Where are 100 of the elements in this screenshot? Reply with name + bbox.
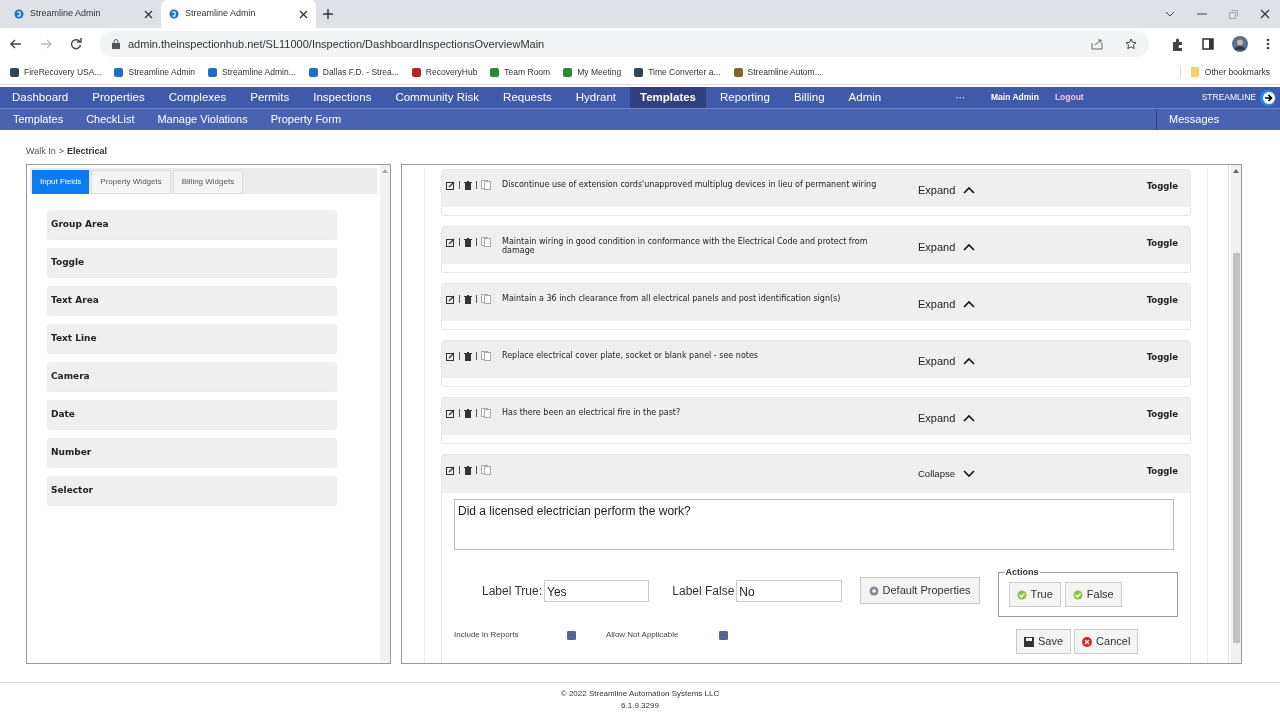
edit-icon[interactable] (446, 180, 455, 190)
nav-link[interactable]: Admin (838, 87, 892, 108)
bookmark[interactable]: Other bookmarks (1179, 65, 1270, 79)
widget-item[interactable]: Number (47, 438, 337, 467)
nav-link[interactable]: Permits (240, 87, 300, 108)
bookmark[interactable]: Streamline Admin (114, 65, 196, 79)
puzzle-icon[interactable] (1171, 37, 1184, 51)
close-icon[interactable] (299, 9, 308, 19)
breadcrumb-separator: > (58, 145, 64, 159)
side-panel-icon[interactable] (1202, 38, 1214, 50)
button[interactable]: Default Properties (859, 577, 980, 604)
bookmark[interactable]: FireRecovery USA... (10, 65, 102, 79)
checkbox[interactable] (719, 630, 728, 640)
more-link[interactable]: ··· (955, 87, 966, 108)
avatar-icon[interactable] (1232, 36, 1248, 52)
expand-toggle[interactable]: Expand (918, 182, 998, 199)
nav-link[interactable]: Templates (630, 87, 706, 108)
back-icon[interactable] (10, 38, 22, 50)
nav-link[interactable]: Hydrant (565, 87, 626, 108)
share-icon[interactable] (1091, 38, 1103, 50)
logout-link[interactable]: Logout (1054, 87, 1084, 108)
type-label: Toggle (1146, 237, 1178, 250)
trash-icon[interactable] (464, 237, 472, 247)
nav-link[interactable]: Community Risk (385, 87, 490, 108)
new-tab-icon[interactable] (322, 8, 334, 20)
widget-item[interactable]: Selector (47, 476, 337, 505)
nav-link[interactable]: Properties (82, 87, 155, 108)
nav-link[interactable]: Reporting (710, 87, 780, 108)
trash-icon[interactable] (464, 351, 472, 361)
expand-toggle[interactable]: Expand (918, 239, 998, 256)
button[interactable]: True (1008, 582, 1061, 607)
reload-icon[interactable] (70, 38, 82, 50)
expand-toggle[interactable]: Collapse (918, 467, 998, 482)
edit-icon[interactable] (446, 351, 455, 361)
input-field[interactable]: No (736, 579, 842, 602)
panel-tab[interactable]: Billing Widgets (172, 170, 244, 194)
subnav-link[interactable]: CheckList (77, 109, 144, 130)
nav-link[interactable]: Complexes (158, 87, 237, 108)
edit-icon[interactable] (446, 294, 455, 304)
bookmark-icon (563, 67, 573, 77)
scrollbar[interactable] (380, 165, 390, 663)
breadcrumb-link[interactable]: Walk In (26, 145, 56, 159)
star-icon[interactable] (1125, 38, 1137, 50)
button[interactable]: Cancel (1074, 629, 1139, 654)
bookmark[interactable]: My Meeting (563, 65, 622, 79)
edit-icon[interactable] (446, 237, 455, 247)
checkbox[interactable] (567, 630, 576, 640)
question-text: Maintain wiring in good condition in conformance with the Electrical Code and protect from damage (502, 237, 869, 255)
subnav-link[interactable]: Property Form (261, 109, 351, 130)
input-field[interactable]: Yes (544, 579, 650, 602)
scrollbar[interactable] (1231, 165, 1241, 663)
widget-item[interactable]: Group Area (47, 210, 337, 239)
browser-tab[interactable]: Streamline Admin (161, 0, 316, 28)
nav-link[interactable]: Billing (783, 87, 835, 108)
scrollbar-thumb[interactable] (1232, 253, 1240, 643)
edit-icon[interactable] (446, 408, 455, 418)
expand-toggle[interactable]: Expand (918, 410, 998, 427)
checkbox-label: Include in Reports (454, 629, 520, 641)
trash-icon[interactable] (464, 294, 472, 304)
widget-item[interactable]: Camera (47, 362, 337, 391)
chevron-up-icon (963, 357, 976, 366)
edit-icon[interactable] (446, 465, 455, 475)
nav-link[interactable]: Inspections (303, 87, 382, 108)
panel-tab[interactable]: Input Fields (32, 170, 90, 194)
subnav-link[interactable]: Manage Violations (148, 109, 257, 130)
widget-item[interactable]: Toggle (47, 248, 337, 277)
question-field[interactable]: Did a licensed electrician perform the work? (454, 499, 1174, 550)
chevron-down-icon[interactable] (1165, 11, 1175, 17)
bookmark[interactable]: Team Room (490, 65, 551, 79)
folder-icon (1190, 67, 1199, 77)
bookmark[interactable]: Streamline Admin... (208, 65, 296, 79)
trash-icon[interactable] (464, 465, 472, 475)
logo-icon (169, 9, 179, 19)
bookmark[interactable]: RecoveryHub (411, 65, 478, 79)
expand-toggle[interactable]: Expand (918, 296, 998, 313)
nav-link[interactable]: Dashboard (2, 87, 79, 108)
more-icon[interactable] (1266, 38, 1270, 50)
bookmark[interactable]: Time Converter a... (634, 65, 721, 79)
bookmark[interactable]: Dallas F.D. - Strea... (308, 65, 399, 79)
bookmark-icon (634, 67, 644, 77)
type-label: Toggle (1146, 180, 1178, 193)
subnav-link[interactable]: Templates (4, 109, 73, 130)
button[interactable]: False (1064, 582, 1122, 607)
close-icon[interactable] (1260, 9, 1270, 19)
expand-toggle[interactable]: Expand (918, 353, 998, 370)
widget-item[interactable]: Date (47, 400, 337, 429)
nav-link[interactable]: Requests (493, 87, 562, 108)
panel-tab[interactable]: Property Widgets (91, 170, 171, 194)
version-text: 6.1.9.3299 (621, 700, 659, 712)
close-icon[interactable] (144, 9, 153, 19)
widget-item[interactable]: Text Line (47, 324, 337, 353)
widget-item[interactable]: Text Area (47, 286, 337, 315)
address-bar[interactable]: admin.theinspectionhub.net/SL11000/Inspection/DashboardInspectionsOverviewMain (100, 31, 1149, 57)
trash-icon[interactable] (464, 408, 472, 418)
bookmark[interactable]: Streamline Autom... (733, 65, 822, 79)
question-text: Maintain a 36 inch clearance from all electrical panels and post identification sign(s) (502, 294, 842, 303)
type-label: Toggle (1146, 465, 1178, 478)
button[interactable]: Save (1016, 629, 1072, 654)
trash-icon[interactable] (464, 180, 472, 190)
question-text: Discontinue use of extension cords'unapproved multiplug devices in lieu of permanent wiring (502, 180, 878, 189)
